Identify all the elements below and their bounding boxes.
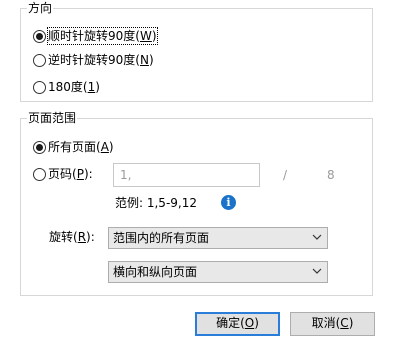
rotate-counterclockwise-radio[interactable]: 逆时针旋转90度(N) [33,51,154,69]
page-numbers-input[interactable]: 1, [113,163,260,187]
page-numbers-label: 页码(P): [48,167,93,181]
radio-button-checked[interactable] [33,140,46,154]
all-pages-radio[interactable]: 所有页面(A) [33,138,114,156]
cancel-button[interactable]: 取消(C) [290,312,375,336]
direction-group: 方向 顺时针旋转90度(W) 逆时针旋转90度(N) 180度(1) [20,0,373,102]
info-icon[interactable]: i [221,195,236,210]
rotate-scope-value: 范围内的所有页面 [113,231,210,245]
page-separator: / [283,168,288,182]
ok-button[interactable]: 确定(O) [195,312,280,336]
rotate-180-label: 180度(1) [48,80,100,94]
page-range-group: 页面范围 所有页面(A) 页码(P): 1, / 8 范例: 1,5-9,12 … [20,110,373,296]
total-pages: 8 [327,168,335,182]
orientation-value: 横向和纵向页面 [113,265,198,279]
chevron-down-icon [312,234,322,240]
rotate-clockwise-label: 顺时针旋转90度(W) [47,27,158,45]
page-range-group-title: 页面范围 [27,110,78,126]
radio-button-checked[interactable] [33,29,46,43]
radio-button[interactable] [33,167,46,181]
radio-button[interactable] [33,53,46,67]
rotate-scope-label: 旋转(R): [49,230,95,244]
direction-group-title: 方向 [27,0,54,16]
rotate-counterclockwise-label: 逆时针旋转90度(N) [48,53,154,67]
page-numbers-radio[interactable]: 页码(P): [33,165,93,183]
orientation-select[interactable]: 横向和纵向页面 [108,261,328,283]
all-pages-label: 所有页面(A) [48,140,114,154]
chevron-down-icon [312,268,322,274]
rotate-scope-select[interactable]: 范围内的所有页面 [108,227,328,249]
rotate-clockwise-radio[interactable]: 顺时针旋转90度(W) [33,27,158,45]
radio-button[interactable] [33,80,46,94]
page-range-example: 范例: 1,5-9,12 [115,196,197,210]
rotate-180-radio[interactable]: 180度(1) [33,78,100,96]
rotate-pages-dialog: 方向 顺时针旋转90度(W) 逆时针旋转90度(N) 180度(1) 页面范围 … [0,0,395,354]
